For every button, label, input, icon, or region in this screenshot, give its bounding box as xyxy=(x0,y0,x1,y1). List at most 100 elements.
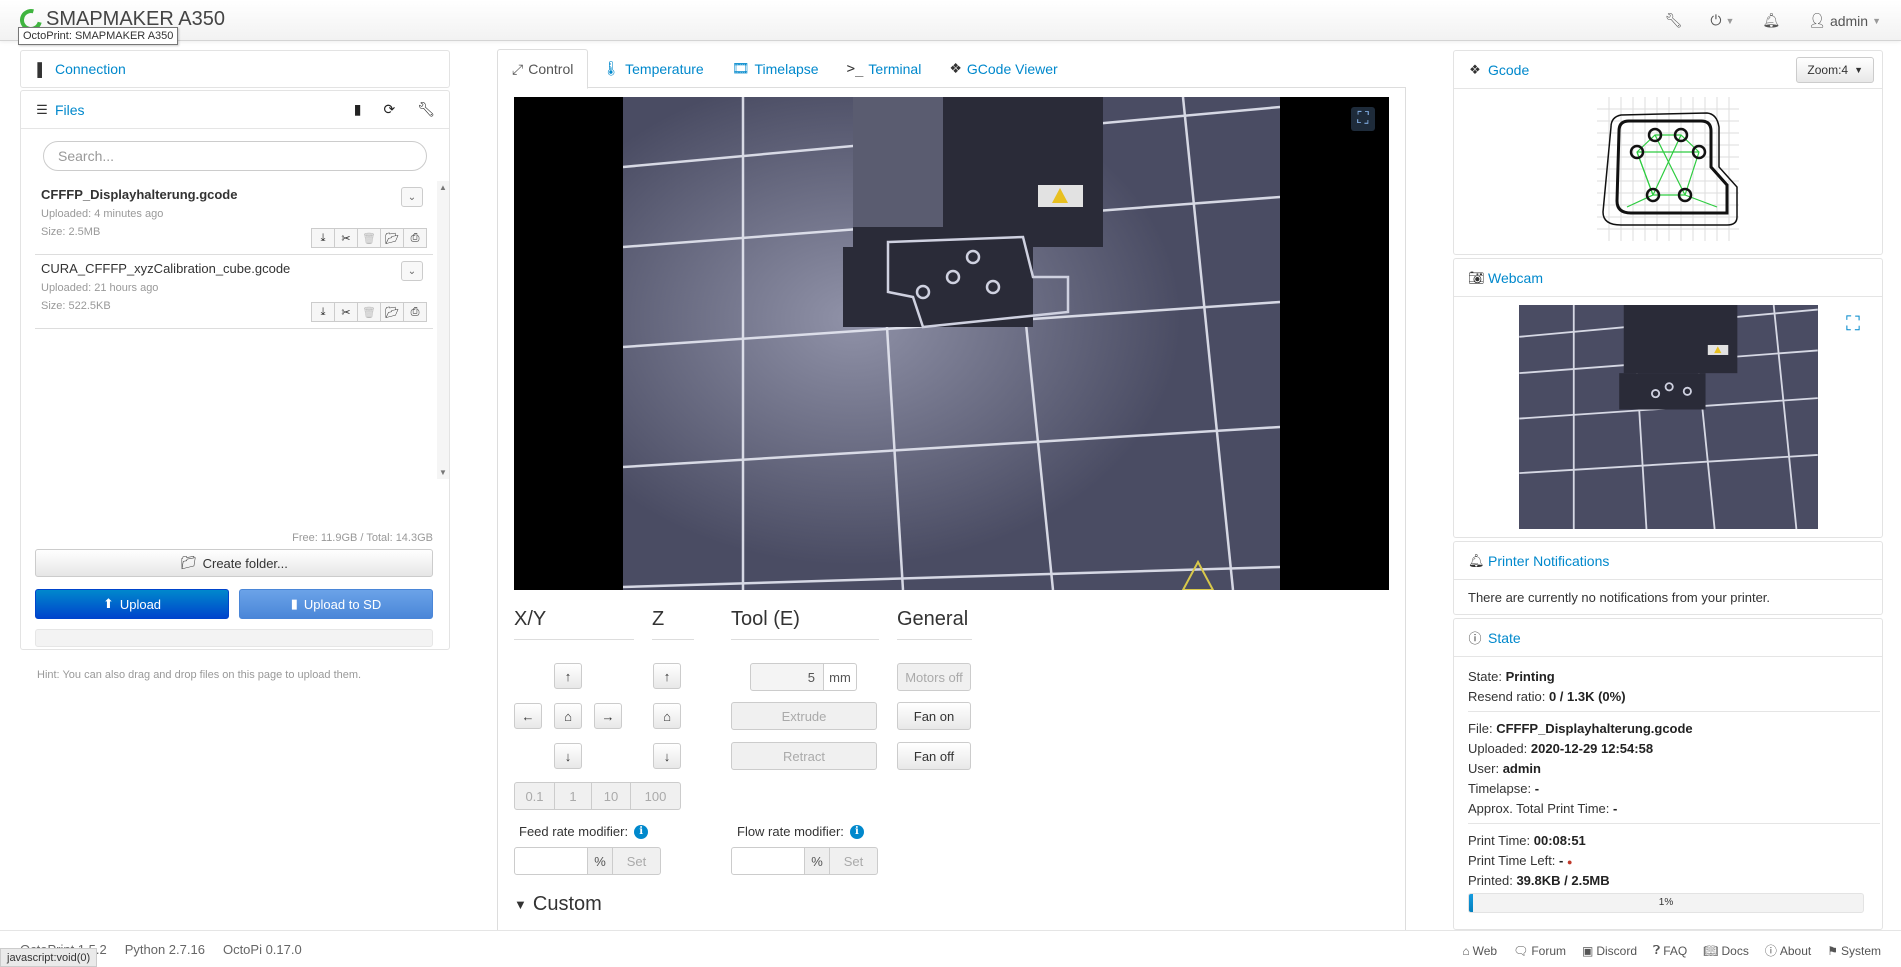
extrude-button[interactable]: Extrude xyxy=(731,702,877,730)
footer-link-discord[interactable]: ▣ Discord xyxy=(1582,942,1637,959)
step-10-button[interactable]: 10 xyxy=(591,782,631,810)
fullscreen-icon[interactable]: ⛶ xyxy=(1846,313,1860,336)
comment-icon: 🗨︎ xyxy=(1513,943,1529,958)
download-icon[interactable]: ⤓ xyxy=(311,228,335,248)
upload-sd-button[interactable]: ▮ Upload to SD xyxy=(239,589,433,619)
notifications-toggle[interactable]: Printer Notifications xyxy=(1488,553,1609,569)
timelapse-key: Timelapse: xyxy=(1468,781,1532,796)
webcam-toggle[interactable]: Webcam xyxy=(1488,270,1543,286)
file-item[interactable]: CFFFP_Displayhalterung.gcode Uploaded: 4… xyxy=(35,181,433,255)
info-icon: ⓘ xyxy=(1764,944,1777,958)
connection-toggle[interactable]: Connection xyxy=(55,61,126,77)
scroll-up-icon[interactable]: ▲ xyxy=(439,183,447,192)
link-label: Web xyxy=(1472,943,1498,958)
z-title: Z xyxy=(652,608,694,640)
printed-row: Printed: 39.8KB / 2.5MB xyxy=(1468,873,1610,888)
gcode-toggle[interactable]: Gcode xyxy=(1488,62,1529,78)
jog-x-plus-button[interactable]: → xyxy=(594,703,622,729)
scroll-down-icon[interactable]: ▼ xyxy=(439,468,447,477)
state-value: Printing xyxy=(1505,669,1555,684)
arrow-down-icon: ↓ xyxy=(564,748,572,764)
fan-on-button[interactable]: Fan on xyxy=(897,702,971,730)
webcam-stream: ⛶ xyxy=(514,97,1389,590)
jog-y-plus-button[interactable]: ↑ xyxy=(554,663,582,689)
chevron-down-icon[interactable]: ⌄ xyxy=(401,187,423,207)
user-value: admin xyxy=(1502,761,1541,776)
print-time-key: Print Time: xyxy=(1468,833,1531,848)
jog-x-minus-button[interactable]: ← xyxy=(514,703,542,729)
estimate-dot-icon[interactable]: ● xyxy=(1567,857,1572,867)
info-icon[interactable]: i xyxy=(634,824,649,839)
time-left-row: Print Time Left: - ● xyxy=(1468,853,1572,868)
home-xy-button[interactable]: ⌂ xyxy=(554,703,582,729)
fullscreen-icon[interactable]: ⛶ xyxy=(1351,107,1375,131)
step-1-button[interactable]: 1 xyxy=(554,782,592,810)
footer-link-about[interactable]: ⓘ About xyxy=(1765,942,1811,959)
footer-link-web[interactable]: ⌂ Web xyxy=(1462,942,1497,959)
arrow-up-icon: ↑ xyxy=(663,668,671,684)
refresh-icon[interactable]: ⟳ xyxy=(383,101,395,118)
wrench-icon[interactable]: 🔧︎ xyxy=(417,101,435,118)
info-icon[interactable]: i xyxy=(849,824,864,839)
print-icon[interactable]: ⎙ xyxy=(403,228,427,248)
footer-link-system[interactable]: ⚑ System xyxy=(1827,942,1881,959)
navbar-actions: 🔧︎ ⏻ ▼ 🔔︎ 👤︎ admin ▼ xyxy=(1665,0,1881,41)
arrow-down-icon: ↓ xyxy=(663,748,671,764)
step-100-button[interactable]: 100 xyxy=(630,782,681,810)
retract-button[interactable]: Retract xyxy=(731,742,877,770)
state-toggle[interactable]: State xyxy=(1488,630,1521,646)
step-0-1-button[interactable]: 0.1 xyxy=(514,782,555,810)
folder-icon: 📁︎ xyxy=(180,555,197,570)
slice-scissors-icon[interactable]: ✂ xyxy=(334,302,358,322)
tab-timelapse[interactable]: 🎞︎ Timelapse xyxy=(718,49,833,88)
footer-link-faq[interactable]: ❓︎ FAQ xyxy=(1653,942,1687,959)
tab-gcode-viewer[interactable]: ❖ GCode Viewer xyxy=(935,49,1071,88)
feed-rate-set-button[interactable]: Set xyxy=(612,847,661,875)
tab-terminal[interactable]: >_ Terminal xyxy=(833,49,936,88)
footer-link-forum[interactable]: 🗨︎ Forum xyxy=(1513,942,1566,959)
load-folder-icon[interactable]: 📂︎ xyxy=(380,228,404,248)
upload-button[interactable]: ⬆ Upload xyxy=(35,589,229,619)
motors-off-button[interactable]: Motors off xyxy=(897,663,971,691)
delete-trash-icon[interactable]: 🗑︎ xyxy=(357,302,381,322)
connection-panel: ▌ Connection xyxy=(20,50,450,88)
tab-temperature[interactable]: 🌡︎ Temperature xyxy=(588,49,717,88)
extrude-unit: mm xyxy=(823,663,857,691)
footer: OctoPrint 1.5.2 Python 2.7.16 OctoPi 0.1… xyxy=(0,930,1901,967)
fan-off-button[interactable]: Fan off xyxy=(897,742,971,770)
jog-z-plus-button[interactable]: ↑ xyxy=(653,663,681,689)
notifications-button[interactable]: 🔔︎ xyxy=(1762,12,1780,29)
slice-scissors-icon[interactable]: ✂ xyxy=(334,228,358,248)
tab-control[interactable]: ⤢ Control xyxy=(497,49,589,89)
jog-z-minus-button[interactable]: ↓ xyxy=(653,743,681,769)
files-toggle[interactable]: Files xyxy=(55,102,85,118)
system-power-menu[interactable]: ⏻ ▼ xyxy=(1710,12,1734,29)
python-version: Python 2.7.16 xyxy=(124,942,205,957)
footer-link-docs[interactable]: 📖︎ Docs xyxy=(1703,942,1749,959)
user-menu[interactable]: 👤︎ admin ▼ xyxy=(1808,12,1881,29)
home-z-button[interactable]: ⌂ xyxy=(653,703,681,729)
sd-card-icon[interactable]: ▮ xyxy=(354,101,362,118)
flow-rate-set-button[interactable]: Set xyxy=(829,847,878,875)
file-list-scrollbar[interactable]: ▲ ▼ xyxy=(437,181,449,479)
print-icon[interactable]: ⎙ xyxy=(403,302,427,322)
user-key: User: xyxy=(1468,761,1500,776)
custom-controls-toggle[interactable]: ▼ Custom xyxy=(514,893,602,916)
load-folder-icon[interactable]: 📂︎ xyxy=(380,302,404,322)
file-item[interactable]: CURA_CFFFP_xyzCalibration_cube.gcode Upl… xyxy=(35,255,433,329)
download-icon[interactable]: ⤓ xyxy=(311,302,335,322)
delete-trash-icon[interactable]: 🗑︎ xyxy=(357,228,381,248)
files-search-input[interactable]: Search... xyxy=(43,141,427,171)
settings-wrench-button[interactable]: 🔧︎ xyxy=(1665,12,1683,29)
zoom-dropdown[interactable]: Zoom:4 ▼ xyxy=(1796,57,1874,83)
extrude-amount-input[interactable]: 5 xyxy=(750,663,824,691)
chevron-down-icon[interactable]: ⌄ xyxy=(401,261,423,281)
flow-rate-input[interactable] xyxy=(731,847,805,875)
cube-icon: ❖ xyxy=(949,60,962,76)
file-name: CURA_CFFFP_xyzCalibration_cube.gcode xyxy=(41,261,291,276)
create-folder-button[interactable]: 📁︎ Create folder... xyxy=(35,549,433,577)
feed-rate-input[interactable] xyxy=(514,847,588,875)
caret-down-icon: ▼ xyxy=(1725,15,1735,26)
power-icon: ⏻ xyxy=(1710,12,1722,28)
jog-y-minus-button[interactable]: ↓ xyxy=(554,743,582,769)
